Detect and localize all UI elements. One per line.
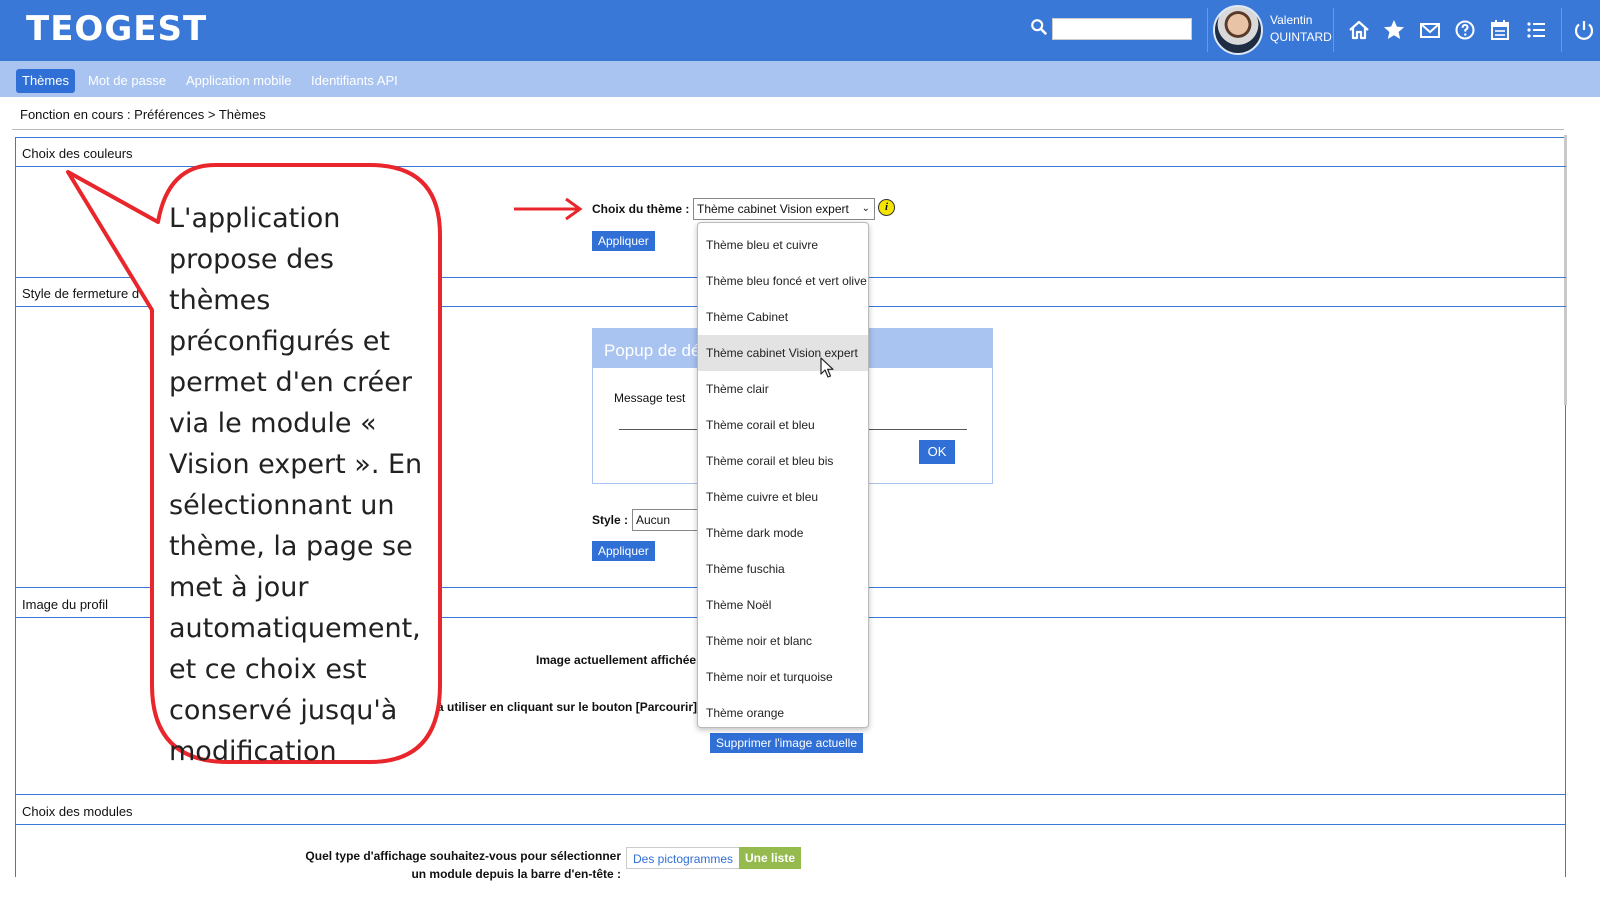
- delete-image-button[interactable]: Supprimer l'image actuelle: [710, 733, 864, 753]
- module-question-line-1: Quel type d'affichage souhaitez-vous pou…: [305, 849, 621, 863]
- section-title-colors: Choix des couleurs: [22, 146, 133, 161]
- dropdown-option[interactable]: Thème noir et turquoise: [698, 659, 868, 695]
- dropdown-option[interactable]: Thème Cabinet: [698, 299, 868, 335]
- theme-label: Choix du thème :: [592, 202, 690, 216]
- theme-select-value: Thème cabinet Vision expert: [697, 202, 849, 216]
- popup-ok-button[interactable]: OK: [919, 440, 955, 464]
- sub-navigation-bar: Thèmes Mot de passe Application mobile I…: [0, 61, 1600, 97]
- power-icon[interactable]: [1572, 18, 1596, 42]
- star-icon[interactable]: [1382, 18, 1406, 42]
- current-image-label: Image actuellement affichée: [536, 653, 697, 667]
- search-icon[interactable]: [1030, 18, 1048, 36]
- header-divider: [1333, 8, 1334, 52]
- theme-select[interactable]: Thème cabinet Vision expert ⌄: [693, 198, 875, 220]
- section-divider: [15, 824, 1566, 825]
- apply-theme-button[interactable]: Appliquer: [592, 231, 655, 251]
- list-icon[interactable]: [1524, 18, 1548, 42]
- user-first-name[interactable]: Valentin: [1270, 13, 1312, 27]
- chevron-down-icon: ⌄: [861, 203, 870, 214]
- option-list[interactable]: Une liste: [739, 847, 802, 869]
- top-header-bar: TEOGEST Valentin QUINTARD: [0, 0, 1600, 61]
- module-question-line-2: un module depuis la barre d'en-tête :: [411, 867, 621, 881]
- mail-icon[interactable]: [1418, 18, 1442, 42]
- mouse-cursor-icon: [820, 357, 834, 379]
- dropdown-option[interactable]: Thème Noël: [698, 587, 868, 623]
- section-title-modules: Choix des modules: [22, 804, 133, 819]
- search-input[interactable]: [1052, 18, 1192, 40]
- dropdown-option[interactable]: Thème clair: [698, 371, 868, 407]
- dropdown-option[interactable]: Thème dark mode: [698, 515, 868, 551]
- section-divider: [15, 794, 1566, 795]
- dropdown-option[interactable]: Thème fuschia: [698, 551, 868, 587]
- module-display-question: Quel type d'affichage souhaitez-vous pou…: [280, 847, 621, 883]
- avatar[interactable]: [1213, 5, 1263, 55]
- user-last-name[interactable]: QUINTARD: [1270, 30, 1332, 44]
- tab-api-ids[interactable]: Identifiants API: [305, 69, 404, 93]
- popup-message: Message test: [614, 391, 686, 405]
- browse-instructions: à utiliser en cliquant sur le bouton [Pa…: [437, 700, 698, 714]
- tab-password[interactable]: Mot de passe: [82, 69, 172, 93]
- dropdown-option[interactable]: Thème bleu et cuivre: [698, 227, 868, 263]
- annotation-text: L'application propose des thèmes préconf…: [169, 203, 423, 767]
- style-label: Style :: [592, 513, 629, 527]
- apply-style-button[interactable]: Appliquer: [592, 541, 655, 561]
- dropdown-option-hovered[interactable]: Thème cabinet Vision expert: [698, 335, 868, 371]
- breadcrumb: Fonction en cours : Préférences > Thèmes: [20, 107, 266, 122]
- style-select[interactable]: Aucun: [632, 509, 702, 531]
- dropdown-option[interactable]: Thème corail et bleu: [698, 407, 868, 443]
- tab-mobile-app[interactable]: Application mobile: [180, 69, 298, 93]
- divider: [12, 129, 1564, 130]
- dropdown-option[interactable]: Thème cuivre et bleu: [698, 479, 868, 515]
- theme-dropdown-list: Thème bleu et cuivre Thème bleu foncé et…: [697, 222, 869, 728]
- dropdown-option[interactable]: Thème corail et bleu bis: [698, 443, 868, 479]
- header-divider: [1207, 8, 1208, 52]
- dropdown-option[interactable]: Thème bleu foncé et vert olive: [698, 263, 868, 299]
- tab-themes[interactable]: Thèmes: [16, 69, 75, 93]
- option-pictograms[interactable]: Des pictogrammes: [626, 847, 741, 869]
- app-logo[interactable]: TEOGEST: [26, 9, 207, 49]
- help-icon[interactable]: [1453, 18, 1477, 42]
- home-icon[interactable]: [1347, 18, 1371, 42]
- dropdown-option[interactable]: Thème noir et blanc: [698, 623, 868, 659]
- calendar-icon[interactable]: [1488, 18, 1512, 42]
- dropdown-option[interactable]: Thème orange: [698, 695, 868, 731]
- info-icon[interactable]: i: [878, 199, 895, 216]
- scrollbar[interactable]: [1564, 135, 1567, 405]
- header-divider: [1561, 8, 1562, 52]
- annotation-arrow: [512, 196, 584, 222]
